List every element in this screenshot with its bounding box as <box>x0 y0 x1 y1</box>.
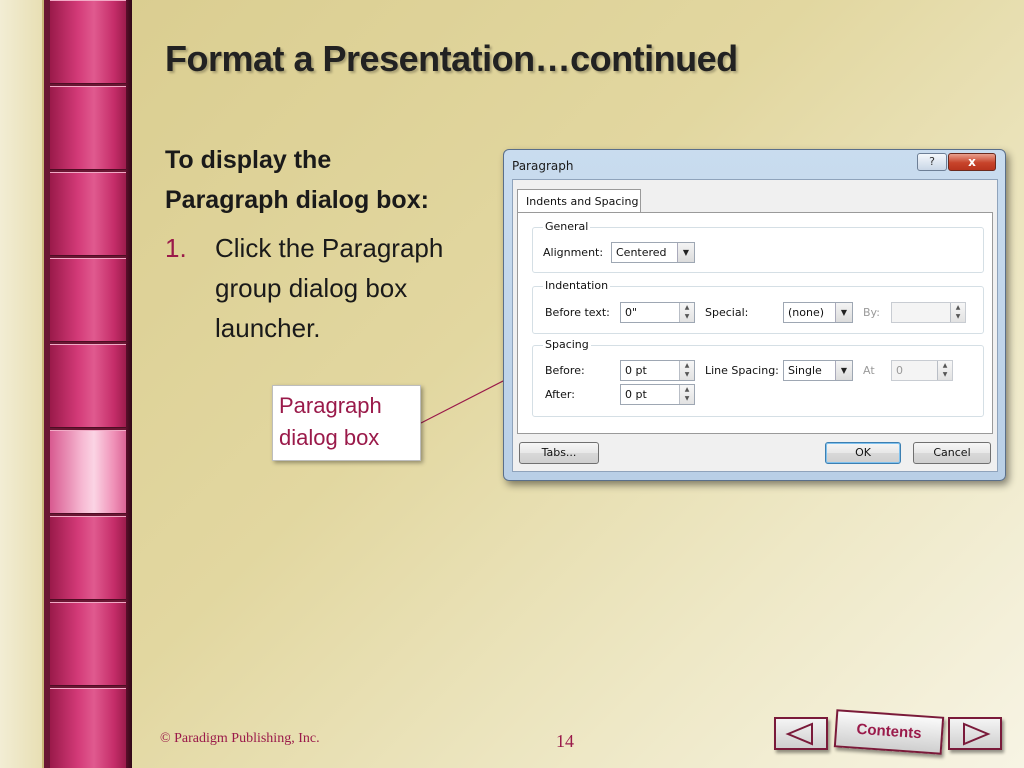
rail-segment <box>50 258 130 342</box>
spacing-before-label: Before: <box>545 364 585 377</box>
before-text-spinner[interactable]: 0" ▲ ▼ <box>620 302 695 323</box>
by-label: By: <box>863 306 880 319</box>
chevron-down-icon: ▼ <box>677 243 694 262</box>
rail-shadow <box>126 0 132 768</box>
line-spacing-dropdown[interactable]: Single ▼ <box>783 360 853 381</box>
rail-segment <box>50 0 130 84</box>
general-group: General Alignment: Centered ▼ <box>532 220 984 273</box>
alignment-value: Centered <box>616 246 667 259</box>
at-label: At <box>863 364 875 377</box>
arrow-left-icon <box>785 722 813 746</box>
subheading-line: To display the <box>165 146 332 174</box>
paragraph-dialog: Paragraph ? x Indents and Spacing Genera… <box>503 149 1006 481</box>
spacing-after-label: After: <box>545 388 575 401</box>
line-spacing-label: Line Spacing: <box>705 364 779 377</box>
tab-indents-and-spacing[interactable]: Indents and Spacing <box>517 189 641 213</box>
alignment-dropdown[interactable]: Centered ▼ <box>611 242 695 263</box>
rail-segment <box>50 430 130 514</box>
callout-box: Paragraph dialog box <box>272 385 421 461</box>
spacing-after-value: 0 pt <box>625 388 647 401</box>
general-group-title: General <box>543 220 591 233</box>
arrow-right-icon <box>963 722 991 746</box>
callout-line: Paragraph <box>279 393 382 418</box>
at-value: 0 <box>896 364 903 377</box>
spacing-group: Spacing Before: 0 pt ▲ ▼ Line Spacing: Si… <box>532 338 984 417</box>
special-label: Special: <box>705 306 749 319</box>
spinner-arrows-icon[interactable]: ▲ ▼ <box>950 303 965 322</box>
rail-segment <box>50 172 130 256</box>
close-button[interactable]: x <box>948 153 996 171</box>
dialog-title: Paragraph <box>512 159 574 173</box>
step-line: group dialog box <box>215 273 408 303</box>
callout-line: dialog box <box>279 425 380 450</box>
tabs-button[interactable]: Tabs... <box>519 442 599 464</box>
rail-segment <box>50 344 130 428</box>
special-value: (none) <box>788 306 825 319</box>
rail-segment <box>50 688 130 768</box>
rail-segment <box>50 86 130 170</box>
spinner-arrows-icon[interactable]: ▲ ▼ <box>679 361 694 380</box>
chevron-down-icon: ▼ <box>835 303 852 322</box>
help-button[interactable]: ? <box>917 153 947 171</box>
alignment-label: Alignment: <box>543 246 604 259</box>
step-number: 1. <box>165 233 187 263</box>
line-spacing-value: Single <box>788 364 822 377</box>
slide-title: Format a Presentation…continued <box>165 38 738 79</box>
ok-button[interactable]: OK <box>825 442 901 464</box>
dialog-body: Indents and Spacing General Alignment: C… <box>512 179 998 472</box>
before-text-value: 0" <box>625 306 638 319</box>
spinner-arrows-icon[interactable]: ▲ ▼ <box>937 361 952 380</box>
indentation-group: Indentation Before text: 0" ▲ ▼ Special: … <box>532 279 984 334</box>
next-slide-button[interactable] <box>948 717 1002 750</box>
spacing-before-spinner[interactable]: 0 pt ▲ ▼ <box>620 360 695 381</box>
rail-segment <box>50 516 130 600</box>
slide-subheading: To display the Paragraph dialog box: <box>165 140 485 220</box>
spacing-after-spinner[interactable]: 0 pt ▲ ▼ <box>620 384 695 405</box>
page-number: 14 <box>556 731 574 751</box>
spacing-before-value: 0 pt <box>625 364 647 377</box>
before-text-label: Before text: <box>545 306 610 319</box>
tab-panel: General Alignment: Centered ▼ Indentatio… <box>517 212 993 434</box>
contents-button[interactable]: Contents <box>833 709 945 755</box>
step-line: Click the Paragraph <box>215 233 444 263</box>
chevron-down-icon: ▼ <box>835 361 852 380</box>
at-spinner[interactable]: 0 ▲ ▼ <box>891 360 953 381</box>
spinner-arrows-icon[interactable]: ▲ ▼ <box>679 385 694 404</box>
left-strip <box>0 0 42 768</box>
previous-slide-button[interactable] <box>774 717 828 750</box>
spacing-group-title: Spacing <box>543 338 591 351</box>
rail-segment <box>50 602 130 686</box>
by-spinner[interactable]: ▲ ▼ <box>891 302 966 323</box>
step-text: Click the Paragraph group dialog box lau… <box>215 228 495 348</box>
copyright-text: © Paradigm Publishing, Inc. <box>160 731 320 746</box>
decorative-rail <box>42 0 132 768</box>
special-dropdown[interactable]: (none) ▼ <box>783 302 853 323</box>
step-line: launcher. <box>215 313 321 343</box>
spinner-arrows-icon[interactable]: ▲ ▼ <box>679 303 694 322</box>
indentation-group-title: Indentation <box>543 279 611 292</box>
cancel-button[interactable]: Cancel <box>913 442 991 464</box>
subheading-line: Paragraph dialog box: <box>165 186 429 214</box>
